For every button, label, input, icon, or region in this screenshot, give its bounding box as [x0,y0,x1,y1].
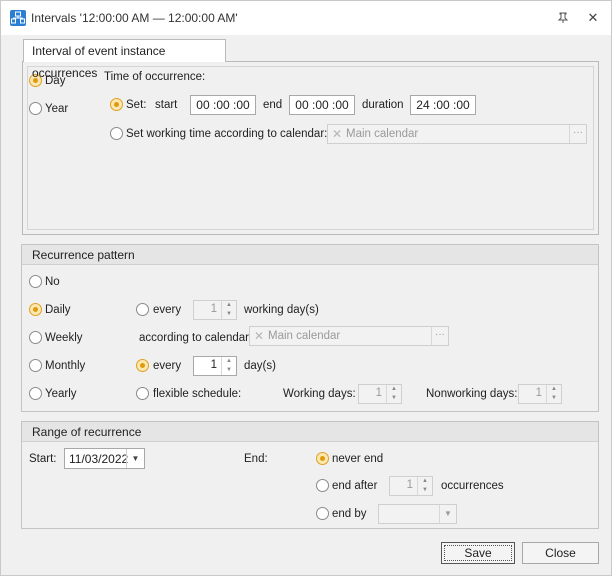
yearly-radio[interactable] [29,387,42,400]
schedule-icon [10,10,26,26]
every-label-days: every [153,360,182,372]
start-date-value: 11/03/2022 [69,452,129,466]
chevron-down-icon[interactable]: ▼ [439,505,456,523]
nonworking-days-label: Nonworking days: [426,388,518,400]
working-days-spinner[interactable]: 1 ▲ ▼ [358,384,402,404]
title-bar: Intervals '12:00:00 AM — 12:00:00 AM' ✕ [1,1,611,35]
never-end-label: never end [332,453,384,465]
duration-input[interactable]: 24 :00 :00 [410,95,476,115]
every-days-value: 1 [210,359,217,371]
chevron-up-icon[interactable]: ▲ [547,385,561,394]
chevron-down-icon[interactable]: ▼ [547,394,561,403]
spinner-arrows[interactable]: ▲ ▼ [546,385,561,403]
window-title: Intervals '12:00:00 AM — 12:00:00 AM' [31,11,238,25]
occurrence-panel-inner [27,66,594,230]
every-working-day-radio[interactable] [136,303,149,316]
range-of-recurrence-group: Range of recurrence [21,421,599,529]
monthly-label: Monthly [45,360,86,372]
pin-icon[interactable] [554,9,572,27]
end-by-date-picker[interactable]: ▼ [378,504,457,524]
monthly-radio[interactable] [29,359,42,372]
close-icon[interactable]: ✕ [584,9,602,27]
start-date-picker[interactable]: 11/03/2022 ▼ [64,448,145,469]
end-by-label: end by [332,508,367,520]
set-time-radio[interactable] [110,98,123,111]
start-time-input[interactable]: 00 :00 :00 [190,95,256,115]
occurrence-calendar-value: Main calendar [346,128,419,140]
never-end-radio[interactable] [316,452,329,465]
chevron-down-icon[interactable]: ▼ [222,310,236,319]
year-label: Year [45,103,69,115]
daily-radio[interactable] [29,303,42,316]
end-label-range: End: [244,453,268,465]
every-label-working: every [153,304,182,316]
occurrences-label: occurrences [441,480,504,492]
time-of-occurrence-label: Time of occurrence: [104,71,206,83]
recurrence-calendar-combo[interactable]: ✕ Main calendar ··· [249,326,449,346]
chevron-up-icon[interactable]: ▲ [418,477,432,486]
tab-interval-occurrences[interactable]: Interval of event instance occurrences [23,39,226,80]
end-after-spinner[interactable]: 1 ▲ ▼ [389,476,433,496]
weekly-radio[interactable] [29,331,42,344]
nonworking-days-spinner[interactable]: 1 ▲ ▼ [518,384,562,404]
end-by-radio[interactable] [316,507,329,520]
save-button[interactable]: Save [441,542,515,564]
range-of-recurrence-header: Range of recurrence [22,422,598,442]
start-label: start [155,99,178,111]
according-to-calendar-label: according to calendar [139,332,249,344]
close-button[interactable]: Close [522,542,599,564]
clear-icon: ✕ [254,329,265,343]
spinner-arrows[interactable]: ▲ ▼ [221,301,236,319]
year-radio[interactable] [29,102,42,115]
clear-icon: ✕ [332,127,343,141]
end-after-label: end after [332,480,378,492]
days-suffix: day(s) [244,360,276,372]
spinner-arrows[interactable]: ▲ ▼ [221,357,236,375]
end-after-radio[interactable] [316,479,329,492]
no-recurrence-radio[interactable] [29,275,42,288]
every-day-radio[interactable] [136,359,149,372]
chevron-up-icon[interactable]: ▲ [387,385,401,394]
calendar-time-radio[interactable] [110,127,123,140]
ellipsis-icon[interactable]: ··· [431,327,448,345]
ellipsis-icon[interactable]: ··· [569,125,586,143]
nonworking-days-value: 1 [535,387,542,399]
end-after-value: 1 [406,479,413,491]
working-days-label: Working days: [283,388,356,400]
working-days-suffix: working day(s) [244,304,319,316]
yearly-label: Yearly [45,388,77,400]
every-days-spinner[interactable]: 1 ▲ ▼ [193,356,237,376]
calendar-time-label: Set working time according to calendar: [126,128,328,140]
recurrence-calendar-value: Main calendar [268,330,341,342]
daily-label: Daily [45,304,71,316]
spinner-arrows[interactable]: ▲ ▼ [386,385,401,403]
flexible-schedule-label: flexible schedule: [153,388,242,400]
chevron-down-icon[interactable]: ▼ [222,366,236,375]
weekly-label: Weekly [45,332,83,344]
spinner-arrows[interactable]: ▲ ▼ [417,477,432,495]
duration-label: duration [362,99,404,111]
every-working-days-value: 1 [210,303,217,315]
working-days-value: 1 [375,387,382,399]
set-label: Set: [126,99,147,111]
start-date-label: Start: [29,453,57,465]
chevron-down-icon[interactable]: ▼ [418,486,432,495]
occurrence-calendar-combo[interactable]: ✕ Main calendar ··· [327,124,587,144]
end-label: end [263,99,283,111]
end-time-input[interactable]: 00 :00 :00 [289,95,355,115]
chevron-down-icon[interactable]: ▼ [126,449,144,468]
recurrence-pattern-header: Recurrence pattern [22,245,598,265]
occurrence-panel [22,61,599,235]
every-working-days-spinner[interactable]: 1 ▲ ▼ [193,300,237,320]
chevron-down-icon[interactable]: ▼ [387,394,401,403]
flexible-schedule-radio[interactable] [136,387,149,400]
intervals-dialog: Intervals '12:00:00 AM — 12:00:00 AM' ✕ … [0,0,612,576]
chevron-up-icon[interactable]: ▲ [222,301,236,310]
no-label: No [45,276,60,288]
chevron-up-icon[interactable]: ▲ [222,357,236,366]
